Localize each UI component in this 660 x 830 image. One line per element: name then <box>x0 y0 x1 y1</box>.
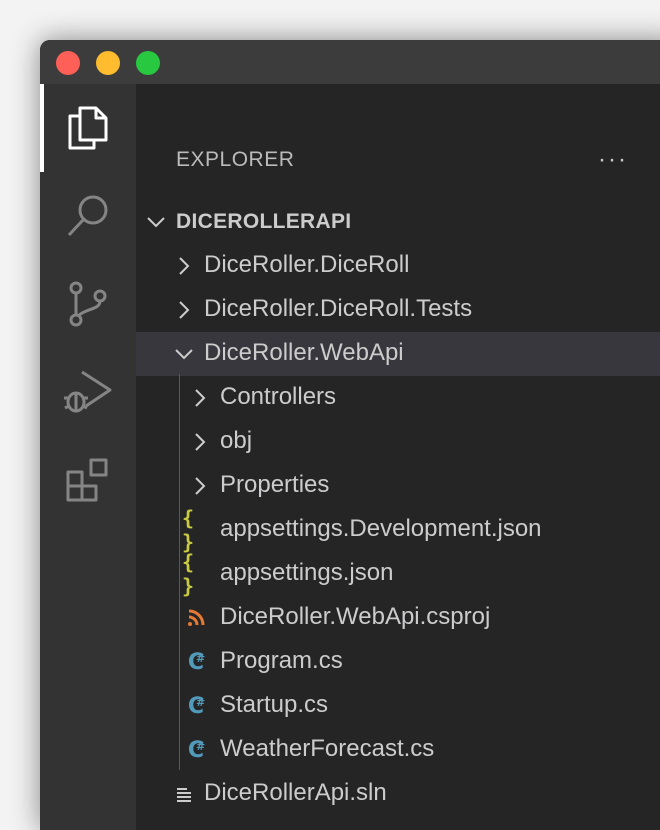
chevron-right-icon <box>195 433 206 451</box>
tree-item-label: Controllers <box>220 383 337 410</box>
lines-icon <box>170 780 198 808</box>
tree-item-file[interactable]: C # Startup.cs <box>136 684 660 728</box>
tree-item-file[interactable]: DiceRoller.WebApi.csproj <box>136 596 660 640</box>
csharp-icon: C # <box>187 737 206 763</box>
tree-item-file[interactable]: DiceRollerApi.sln <box>136 772 660 816</box>
source-control-icon <box>69 281 107 327</box>
tree-item-folder[interactable]: obj <box>136 420 660 464</box>
tree-item-file[interactable]: C # Program.cs <box>136 640 660 684</box>
chevron-down-icon <box>175 349 193 360</box>
tree-item-label: Properties <box>220 471 330 498</box>
tree-item-file[interactable]: { } appsettings.Development.json <box>136 506 660 554</box>
rss-icon <box>182 604 210 632</box>
run-debug-icon <box>64 370 112 413</box>
search-icon <box>67 195 108 237</box>
tree-item-label: DiceRoller.WebApi <box>204 339 404 366</box>
activity-search[interactable] <box>40 172 136 260</box>
close-window-button[interactable] <box>56 51 80 75</box>
chevron-right-icon <box>195 389 206 407</box>
tree-item-folder[interactable]: Properties <box>136 464 660 508</box>
tree-item-label: appsettings.json <box>220 559 394 586</box>
tree-item-label: Startup.cs <box>220 691 329 718</box>
tree-item-label: DiceRoller.WebApi.csproj <box>220 603 491 630</box>
tree-item-label: DiceRoller.DiceRoll <box>204 251 410 278</box>
tree-item-folder[interactable]: DiceRoller.DiceRoll <box>136 244 660 288</box>
workspace-name: DICEROLLERAPI <box>176 210 352 233</box>
chevron-right-icon <box>179 301 190 319</box>
vscode-window: EXPLORER ··· DICEROLLERAPI DiceRoller.Di… <box>40 40 660 830</box>
activity-explorer[interactable] <box>40 84 136 172</box>
explorer-title: EXPLORER <box>176 148 295 171</box>
tree-item-label: Program.cs <box>220 647 343 674</box>
braces-icon: { } <box>182 506 194 554</box>
minimize-window-button[interactable] <box>96 51 120 75</box>
tree-item-file[interactable]: { } appsettings.json <box>136 550 660 598</box>
tree-item-label: obj <box>220 427 253 454</box>
tree-item-label: DiceRoller.DiceRoll.Tests <box>204 295 473 322</box>
explorer-icon <box>68 106 108 150</box>
tree-item-folder[interactable]: DiceRoller.DiceRoll.Tests <box>136 288 660 332</box>
workspace-section-header[interactable]: DICEROLLERAPI <box>136 200 660 244</box>
chevron-right-icon <box>179 257 190 275</box>
tree-item-label: appsettings.Development.json <box>220 515 542 542</box>
tree-item-file[interactable]: C # WeatherForecast.cs <box>136 728 660 772</box>
tree-item-label: DiceRollerApi.sln <box>204 779 387 806</box>
maximize-window-button[interactable] <box>136 51 160 75</box>
braces-icon: { } <box>182 550 194 598</box>
activity-run-debug[interactable] <box>40 348 136 436</box>
csharp-icon: C # <box>187 649 206 675</box>
tree-item-folder[interactable]: Controllers <box>136 376 660 420</box>
explorer-sidebar: EXPLORER ··· DICEROLLERAPI DiceRoller.Di… <box>136 84 660 830</box>
chevron-right-icon <box>195 477 206 495</box>
title-bar <box>40 40 660 84</box>
more-actions-button[interactable]: ··· <box>598 146 628 174</box>
activity-extensions[interactable] <box>40 436 136 524</box>
csharp-icon: C # <box>187 693 206 719</box>
activity-bar <box>40 84 136 830</box>
tree-item-folder-selected[interactable]: DiceRoller.WebApi <box>136 332 660 376</box>
extensions-icon <box>66 458 108 502</box>
tree-item-label: WeatherForecast.cs <box>220 735 435 762</box>
chevron-down-icon <box>147 217 165 228</box>
activity-source-control[interactable] <box>40 260 136 348</box>
